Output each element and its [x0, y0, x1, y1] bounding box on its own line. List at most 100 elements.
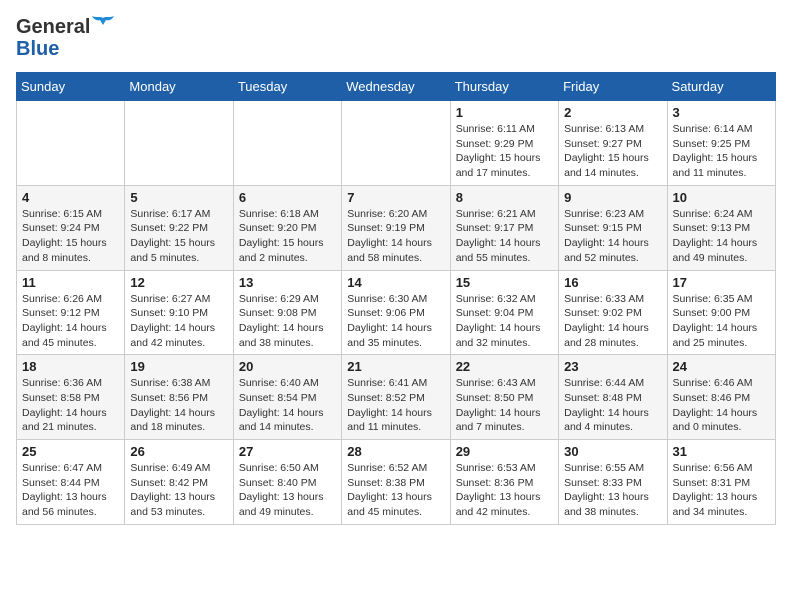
day-info: Sunrise: 6:41 AM Sunset: 8:52 PM Dayligh…: [347, 376, 444, 435]
day-info: Sunrise: 6:15 AM Sunset: 9:24 PM Dayligh…: [22, 207, 119, 266]
day-cell: 11 Sunrise: 6:26 AM Sunset: 9:12 PM Dayli…: [17, 270, 125, 355]
day-cell: 19 Sunrise: 6:38 AM Sunset: 8:56 PM Dayli…: [125, 355, 233, 440]
day-number: 14: [347, 275, 444, 290]
week-row-2: 4Sunrise: 6:15 AM Sunset: 9:24 PM Daylig…: [17, 185, 776, 270]
day-number: 15: [456, 275, 553, 290]
day-cell: 6 Sunrise: 6:18 AM Sunset: 9:20 PM Daylig…: [233, 185, 341, 270]
day-info: Sunrise: 6:32 AM Sunset: 9:04 PM Dayligh…: [456, 292, 553, 351]
day-cell: [342, 101, 450, 186]
day-cell: 12 Sunrise: 6:27 AM Sunset: 9:10 PM Dayli…: [125, 270, 233, 355]
day-header-thursday: Thursday: [450, 73, 558, 101]
logo: General Blue: [16, 16, 114, 60]
day-info: Sunrise: 6:27 AM Sunset: 9:10 PM Dayligh…: [130, 292, 227, 351]
day-info: Sunrise: 6:36 AM Sunset: 8:58 PM Dayligh…: [22, 376, 119, 435]
day-number: 20: [239, 359, 336, 374]
day-number: 13: [239, 275, 336, 290]
day-number: 10: [673, 190, 770, 205]
day-number: 9: [564, 190, 661, 205]
day-header-sunday: Sunday: [17, 73, 125, 101]
day-number: 21: [347, 359, 444, 374]
logo-general: General: [16, 16, 90, 38]
header: General Blue: [16, 16, 776, 60]
day-cell: 28 Sunrise: 6:52 AM Sunset: 8:38 PM Dayli…: [342, 440, 450, 525]
day-cell: 4Sunrise: 6:15 AM Sunset: 9:24 PM Daylig…: [17, 185, 125, 270]
day-cell: 31 Sunrise: 6:56 AM Sunset: 8:31 PM Dayli…: [667, 440, 775, 525]
day-cell: 7 Sunrise: 6:20 AM Sunset: 9:19 PM Daylig…: [342, 185, 450, 270]
day-number: 24: [673, 359, 770, 374]
day-info: Sunrise: 6:55 AM Sunset: 8:33 PM Dayligh…: [564, 461, 661, 520]
day-number: 30: [564, 444, 661, 459]
day-number: 1: [456, 105, 553, 120]
day-info: Sunrise: 6:23 AM Sunset: 9:15 PM Dayligh…: [564, 207, 661, 266]
day-cell: 22 Sunrise: 6:43 AM Sunset: 8:50 PM Dayli…: [450, 355, 558, 440]
day-number: 11: [22, 275, 119, 290]
day-header-tuesday: Tuesday: [233, 73, 341, 101]
day-cell: 30 Sunrise: 6:55 AM Sunset: 8:33 PM Dayli…: [559, 440, 667, 525]
day-number: 6: [239, 190, 336, 205]
day-info: Sunrise: 6:24 AM Sunset: 9:13 PM Dayligh…: [673, 207, 770, 266]
day-number: 18: [22, 359, 119, 374]
day-number: 31: [673, 444, 770, 459]
day-number: 16: [564, 275, 661, 290]
day-cell: 13 Sunrise: 6:29 AM Sunset: 9:08 PM Dayli…: [233, 270, 341, 355]
logo-blue: Blue: [16, 38, 59, 60]
day-cell: [233, 101, 341, 186]
day-cell: 1 Sunrise: 6:11 AM Sunset: 9:29 PM Daylig…: [450, 101, 558, 186]
day-header-wednesday: Wednesday: [342, 73, 450, 101]
day-cell: 29Sunrise: 6:53 AM Sunset: 8:36 PM Dayli…: [450, 440, 558, 525]
day-info: Sunrise: 6:44 AM Sunset: 8:48 PM Dayligh…: [564, 376, 661, 435]
day-info: Sunrise: 6:47 AM Sunset: 8:44 PM Dayligh…: [22, 461, 119, 520]
day-number: 27: [239, 444, 336, 459]
day-number: 19: [130, 359, 227, 374]
day-cell: 10 Sunrise: 6:24 AM Sunset: 9:13 PM Dayli…: [667, 185, 775, 270]
day-cell: 20 Sunrise: 6:40 AM Sunset: 8:54 PM Dayli…: [233, 355, 341, 440]
day-info: Sunrise: 6:18 AM Sunset: 9:20 PM Dayligh…: [239, 207, 336, 266]
week-row-4: 18 Sunrise: 6:36 AM Sunset: 8:58 PM Dayli…: [17, 355, 776, 440]
day-info: Sunrise: 6:26 AM Sunset: 9:12 PM Dayligh…: [22, 292, 119, 351]
day-cell: 25 Sunrise: 6:47 AM Sunset: 8:44 PM Dayli…: [17, 440, 125, 525]
day-number: 2: [564, 105, 661, 120]
day-cell: 17Sunrise: 6:35 AM Sunset: 9:00 PM Dayli…: [667, 270, 775, 355]
day-header-friday: Friday: [559, 73, 667, 101]
day-number: 8: [456, 190, 553, 205]
day-cell: 24Sunrise: 6:46 AM Sunset: 8:46 PM Dayli…: [667, 355, 775, 440]
logo-wrapper: General Blue: [16, 16, 114, 60]
day-info: Sunrise: 6:11 AM Sunset: 9:29 PM Dayligh…: [456, 122, 553, 181]
day-info: Sunrise: 6:38 AM Sunset: 8:56 PM Dayligh…: [130, 376, 227, 435]
day-info: Sunrise: 6:20 AM Sunset: 9:19 PM Dayligh…: [347, 207, 444, 266]
day-number: 26: [130, 444, 227, 459]
day-number: 25: [22, 444, 119, 459]
day-number: 23: [564, 359, 661, 374]
day-number: 12: [130, 275, 227, 290]
day-info: Sunrise: 6:52 AM Sunset: 8:38 PM Dayligh…: [347, 461, 444, 520]
day-cell: 18 Sunrise: 6:36 AM Sunset: 8:58 PM Dayli…: [17, 355, 125, 440]
day-info: Sunrise: 6:33 AM Sunset: 9:02 PM Dayligh…: [564, 292, 661, 351]
day-info: Sunrise: 6:40 AM Sunset: 8:54 PM Dayligh…: [239, 376, 336, 435]
week-row-5: 25 Sunrise: 6:47 AM Sunset: 8:44 PM Dayli…: [17, 440, 776, 525]
day-cell: 16 Sunrise: 6:33 AM Sunset: 9:02 PM Dayli…: [559, 270, 667, 355]
day-number: 28: [347, 444, 444, 459]
day-number: 17: [673, 275, 770, 290]
day-info: Sunrise: 6:50 AM Sunset: 8:40 PM Dayligh…: [239, 461, 336, 520]
day-info: Sunrise: 6:49 AM Sunset: 8:42 PM Dayligh…: [130, 461, 227, 520]
day-cell: 8 Sunrise: 6:21 AM Sunset: 9:17 PM Daylig…: [450, 185, 558, 270]
day-cell: 5 Sunrise: 6:17 AM Sunset: 9:22 PM Daylig…: [125, 185, 233, 270]
day-cell: 9 Sunrise: 6:23 AM Sunset: 9:15 PM Daylig…: [559, 185, 667, 270]
day-cell: 2 Sunrise: 6:13 AM Sunset: 9:27 PM Daylig…: [559, 101, 667, 186]
day-headers-row: SundayMondayTuesdayWednesdayThursdayFrid…: [17, 73, 776, 101]
day-cell: 21 Sunrise: 6:41 AM Sunset: 8:52 PM Dayli…: [342, 355, 450, 440]
day-cell: 15 Sunrise: 6:32 AM Sunset: 9:04 PM Dayli…: [450, 270, 558, 355]
day-info: Sunrise: 6:30 AM Sunset: 9:06 PM Dayligh…: [347, 292, 444, 351]
day-info: Sunrise: 6:21 AM Sunset: 9:17 PM Dayligh…: [456, 207, 553, 266]
day-info: Sunrise: 6:56 AM Sunset: 8:31 PM Dayligh…: [673, 461, 770, 520]
day-info: Sunrise: 6:43 AM Sunset: 8:50 PM Dayligh…: [456, 376, 553, 435]
day-info: Sunrise: 6:17 AM Sunset: 9:22 PM Dayligh…: [130, 207, 227, 266]
week-row-3: 11 Sunrise: 6:26 AM Sunset: 9:12 PM Dayli…: [17, 270, 776, 355]
day-info: Sunrise: 6:13 AM Sunset: 9:27 PM Dayligh…: [564, 122, 661, 181]
week-row-1: 1 Sunrise: 6:11 AM Sunset: 9:29 PM Daylig…: [17, 101, 776, 186]
day-number: 22: [456, 359, 553, 374]
day-number: 7: [347, 190, 444, 205]
day-info: Sunrise: 6:29 AM Sunset: 9:08 PM Dayligh…: [239, 292, 336, 351]
day-number: 5: [130, 190, 227, 205]
day-cell: 23 Sunrise: 6:44 AM Sunset: 8:48 PM Dayli…: [559, 355, 667, 440]
